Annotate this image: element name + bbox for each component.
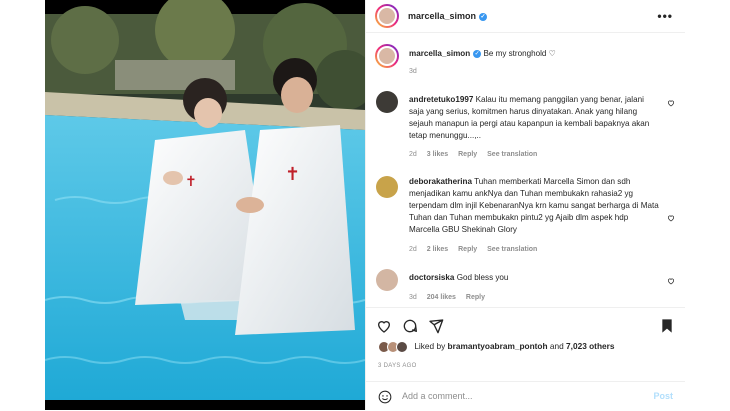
comment-text: andretetuko1997 Kalau itu memang panggil… [409,94,659,142]
caption-username[interactable]: marcella_simon [409,49,470,58]
caption-avatar[interactable] [375,44,399,68]
comments-list[interactable]: marcella_simon ✓ Be my stronghold ♡ 3d an… [366,33,685,306]
comment-icon[interactable] [402,318,418,334]
comment-reply-button[interactable]: Reply [466,294,485,301]
comment-age: 3d [409,294,417,301]
add-comment-bar: Add a comment... Post [366,381,685,411]
bookmark-icon[interactable] [659,318,675,334]
liked-by-conj: and [549,341,564,352]
comment-likes[interactable]: 2 likes [427,246,448,253]
post-actions-bar [366,307,685,342]
author-username[interactable]: marcella_simon ✓ [408,11,488,21]
comment-reply-button[interactable]: Reply [458,246,477,253]
commenter-avatar[interactable] [376,91,398,113]
liked-by-others[interactable]: 7,023 others [566,341,614,351]
author-username-text[interactable]: marcella_simon [408,11,476,21]
baptism-photo-image: ✝ ✝ [45,0,365,410]
add-comment-input[interactable]: Add a comment... [402,391,473,401]
post-header: marcella_simon ✓ ••• [366,0,685,33]
emoji-icon[interactable] [378,390,392,404]
comment-username[interactable]: deborakatherina [409,177,472,186]
liked-by-user[interactable]: bramantyoabram_pontoh [448,341,548,351]
liked-by-line: Liked by bramantyoabram_pontoh and 7,023… [378,341,614,353]
comment-meta: 2d 2 likes Reply See translation [409,246,545,253]
post-timestamp[interactable]: 3 DAYS AGO [378,363,417,369]
commenter-avatar[interactable] [376,176,398,198]
caption-item: marcella_simon ✓ Be my stronghold ♡ 3d [366,44,685,84]
comment-likes[interactable]: 204 likes [427,294,456,301]
comment-age: 2d [409,151,417,158]
commenter-avatar[interactable] [376,269,398,291]
caption-age: 3d [409,68,417,75]
comment-reply-button[interactable]: Reply [458,151,477,158]
svg-text:✝: ✝ [185,174,197,190]
comment-body: God bless you [456,273,509,282]
post-comment-button[interactable]: Post [653,391,673,401]
comment-like-heart-icon[interactable] [667,277,675,285]
see-translation-button[interactable]: See translation [487,151,537,158]
comment-item: deborakatherina Tuhan memberkati Marcell… [366,176,685,264]
comment-text: doctorsiska God bless you [409,272,659,284]
liked-by-prefix: Liked by [414,341,446,352]
comment-item: andretetuko1997 Kalau itu memang panggil… [366,91,685,166]
comment-likes[interactable]: 3 likes [427,151,448,158]
comment-username[interactable]: andretetuko1997 [409,95,473,104]
caption-body: Be my stronghold ♡ [483,49,556,58]
comment-meta: 2d 3 likes Reply See translation [409,151,545,158]
post-details-panel: marcella_simon ✓ ••• marcella_simon ✓ Be m… [365,0,685,410]
comment-item: doctorsiska God bless you 3d 204 likes R… [366,269,685,305]
caption-text: marcella_simon ✓ Be my stronghold ♡ [409,48,659,60]
share-icon[interactable] [428,318,444,334]
author-avatar[interactable] [375,4,399,28]
heart-icon[interactable] [376,318,392,334]
caption-verified-badge-icon: ✓ [473,49,482,58]
post-photo[interactable]: ✝ ✝ [45,0,365,410]
comment-meta: 3d 204 likes Reply [409,294,493,301]
comment-like-heart-icon[interactable] [667,99,675,107]
caption-meta: 3d [409,68,425,75]
comment-text: deborakatherina Tuhan memberkati Marcell… [409,176,659,236]
more-options-icon[interactable]: ••• [657,9,673,23]
comment-like-heart-icon[interactable] [667,214,675,222]
svg-text:✝: ✝ [285,164,300,185]
comment-username[interactable]: doctorsiska [409,273,454,282]
see-translation-button[interactable]: See translation [487,246,537,253]
comment-age: 2d [409,246,417,253]
liker-avatars[interactable] [378,341,408,353]
verified-badge-icon: ✓ [479,12,488,21]
post-dialog: ✝ ✝ marcella_simon ✓ ••• marcella_simon … [45,0,685,410]
